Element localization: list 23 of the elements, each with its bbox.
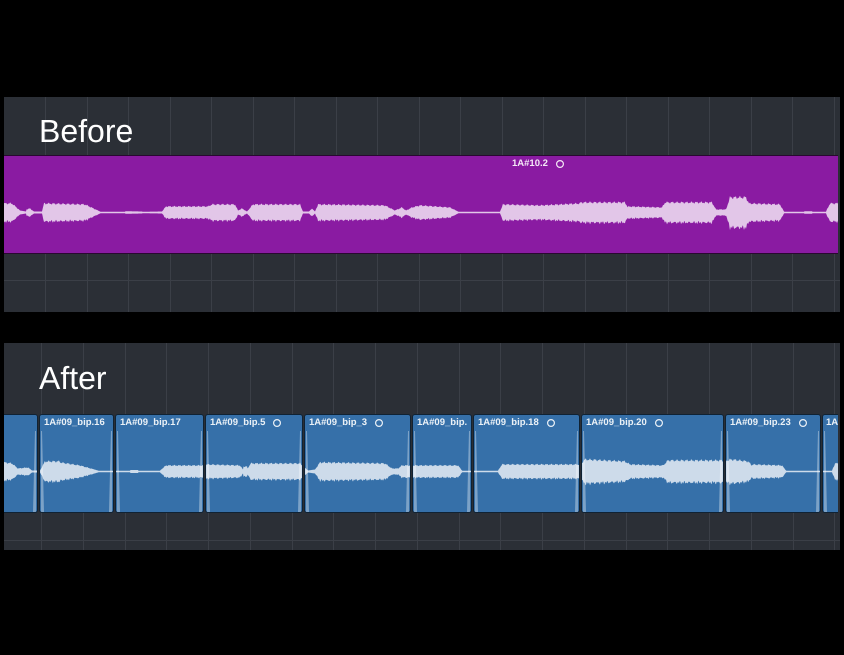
audio-region[interactable] xyxy=(4,414,38,513)
region-name: 1A#09_bip.23 xyxy=(730,418,791,428)
region-name: 1A xyxy=(826,418,838,428)
audio-region[interactable]: 1A#09_bip.20 xyxy=(581,414,724,513)
audio-region[interactable]: 1A#09_bip.18 xyxy=(473,414,580,513)
region-name: 1A#09_bip.17 xyxy=(120,418,181,428)
region-name: 1A#09_bip_3 xyxy=(309,418,368,428)
region-name: 1A#09_bip. xyxy=(417,418,468,428)
region-name: 1A#09_bip.16 xyxy=(44,418,105,428)
audio-region[interactable]: 1A xyxy=(822,414,838,513)
audio-region[interactable]: 1A#09_bip. xyxy=(412,414,472,513)
audio-region[interactable]: 1A#09_bip_3 xyxy=(304,414,411,513)
panel-title: Before xyxy=(39,113,134,149)
audio-region[interactable]: 1A#09_bip.23 xyxy=(725,414,821,513)
audio-region[interactable]: 1A#09_bip.17 xyxy=(115,414,204,513)
region-name: 1A#09_bip.18 xyxy=(478,418,539,428)
panel-title: After xyxy=(39,360,107,396)
region-name: 1A#09_bip.5 xyxy=(210,418,266,428)
region-name: 1A#10.2 xyxy=(512,159,548,169)
region-name: 1A#09_bip.20 xyxy=(586,418,647,428)
audio-region[interactable]: 1A#09_bip.5 xyxy=(205,414,303,513)
audio-region[interactable]: 1A#09_bip.16 xyxy=(39,414,114,513)
audio-region[interactable]: 1A#10.2 xyxy=(4,155,838,254)
